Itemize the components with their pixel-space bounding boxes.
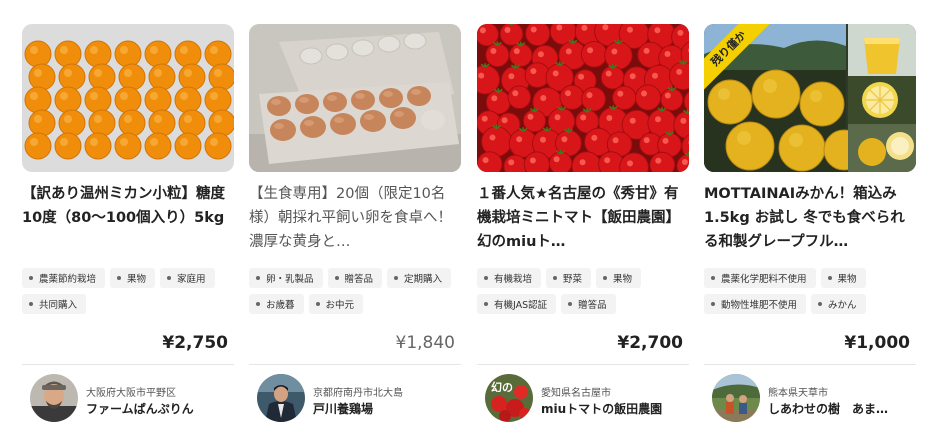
tag[interactable]: 果物	[820, 268, 866, 288]
bullet-icon	[484, 276, 488, 280]
tag[interactable]: 有機栽培	[477, 268, 542, 288]
tag-list: 農薬化学肥料不使用 果物 動物性堆肥不使用 みかん	[704, 268, 916, 314]
product-title[interactable]: 【訳あり温州ミカン小粒】糖度10度（80〜100個入り）5kg	[22, 182, 234, 254]
product-price: ¥2,750	[162, 333, 228, 353]
bullet-icon	[603, 276, 608, 280]
tag[interactable]: 卵・乳製品	[249, 268, 323, 288]
divider	[477, 364, 689, 365]
seller-info[interactable]: 幻の 愛知県名古屋市 miuトマトの飯田農園	[485, 374, 689, 424]
seller-avatar[interactable]	[257, 374, 305, 422]
bullet-icon	[334, 276, 339, 280]
seller-avatar[interactable]: 幻の	[485, 374, 533, 422]
bullet-icon	[29, 302, 33, 306]
seller-info[interactable]: 京都府南丹市北大島 戸川養鶏場	[257, 374, 461, 424]
tag[interactable]: 贈答品	[561, 294, 616, 314]
bullet-icon	[256, 302, 260, 306]
seller-name[interactable]: ファームぱんぷりん	[86, 400, 236, 417]
product-image-tomatoes[interactable]	[477, 24, 689, 172]
seller-location: 大阪府大阪市平野区	[86, 388, 176, 399]
tag[interactable]: 動物性堆肥不使用	[704, 294, 807, 314]
product-title[interactable]: 【生食専用】20個（限定10名様）朝採れ平飼い卵を食卓へ！ 濃厚な黄身と…	[249, 182, 461, 254]
tag[interactable]: みかん	[811, 294, 866, 314]
seller-avatar[interactable]	[712, 374, 760, 422]
product-price: ¥2,700	[617, 333, 683, 353]
tag[interactable]: 果物	[110, 268, 156, 288]
tag[interactable]: 野菜	[546, 268, 592, 288]
bullet-icon	[256, 276, 260, 280]
bullet-icon	[827, 276, 832, 280]
bullet-icon	[315, 302, 320, 306]
bullet-icon	[568, 302, 573, 306]
divider	[22, 364, 234, 365]
tag[interactable]: お歳暮	[249, 294, 304, 314]
product-price: ¥1,000	[844, 333, 910, 353]
tag[interactable]: 有機JAS認証	[477, 294, 557, 314]
seller-name[interactable]: しあわせの樹 あま…	[768, 400, 918, 417]
product-image-mandarins[interactable]	[22, 24, 234, 172]
product-card[interactable]: 残り僅か MOTTAINAIみかん！箱込み1.5kg お試し 冬でも食べられる和…	[704, 24, 916, 440]
tag-list: 有機栽培 野菜 果物 有機JAS認証 贈答品	[477, 268, 689, 314]
divider	[704, 364, 916, 365]
product-card[interactable]: １番人気★名古屋の《秀甘》有機栽培ミニトマト【飯田農園】幻のmiuト… 有機栽培…	[477, 24, 689, 440]
avatar-logo-text: 幻の	[491, 380, 513, 394]
product-image-eggs[interactable]	[249, 24, 461, 172]
tag[interactable]: 果物	[596, 268, 642, 288]
seller-location: 京都府南丹市北大島	[313, 388, 403, 399]
tag[interactable]: お中元	[308, 294, 364, 314]
tag[interactable]: 農薬節約栽培	[22, 268, 106, 288]
bullet-icon	[29, 276, 33, 280]
bullet-icon	[167, 276, 172, 280]
bullet-icon	[711, 276, 715, 280]
bullet-icon	[711, 302, 715, 306]
seller-location: 愛知県名古屋市	[541, 388, 611, 399]
product-title[interactable]: MOTTAINAIみかん！箱込み1.5kg お試し 冬でも食べられる和製グレープ…	[704, 182, 916, 254]
product-price: ¥1,840	[395, 333, 455, 353]
tag[interactable]: 共同購入	[22, 294, 87, 314]
bullet-icon	[394, 276, 399, 280]
seller-info[interactable]: 熊本県天草市 しあわせの樹 あま…	[712, 374, 916, 424]
product-card[interactable]: 【訳あり温州ミカン小粒】糖度10度（80〜100個入り）5kg 農薬節約栽培 果…	[22, 24, 234, 440]
seller-location: 熊本県天草市	[768, 388, 828, 399]
tag-list: 農薬節約栽培 果物 家庭用 共同購入	[22, 268, 234, 314]
product-grid: 【訳あり温州ミカン小粒】糖度10度（80〜100個入り）5kg 農薬節約栽培 果…	[0, 0, 938, 440]
product-card[interactable]: 【生食専用】20個（限定10名様）朝採れ平飼い卵を食卓へ！ 濃厚な黄身と… 卵・…	[249, 24, 461, 440]
seller-info[interactable]: 大阪府大阪市平野区 ファームぱんぷりん	[30, 374, 234, 424]
tag[interactable]: 家庭用	[160, 268, 215, 288]
bullet-icon	[818, 302, 823, 306]
tag[interactable]: 贈答品	[327, 268, 383, 288]
product-image-citrus[interactable]: 残り僅か	[704, 24, 916, 172]
seller-name[interactable]: miuトマトの飯田農園	[541, 400, 691, 417]
bullet-icon	[484, 302, 488, 306]
bullet-icon	[117, 276, 122, 280]
tag[interactable]: 農薬化学肥料不使用	[704, 268, 816, 288]
tag-list: 卵・乳製品 贈答品 定期購入 お歳暮 お中元	[249, 268, 461, 314]
seller-name[interactable]: 戸川養鶏場	[313, 400, 463, 417]
seller-avatar[interactable]	[30, 374, 78, 422]
bullet-icon	[553, 276, 558, 280]
product-title[interactable]: １番人気★名古屋の《秀甘》有機栽培ミニトマト【飯田農園】幻のmiuト…	[477, 182, 689, 254]
divider	[249, 364, 461, 365]
tag[interactable]: 定期購入	[387, 268, 452, 288]
